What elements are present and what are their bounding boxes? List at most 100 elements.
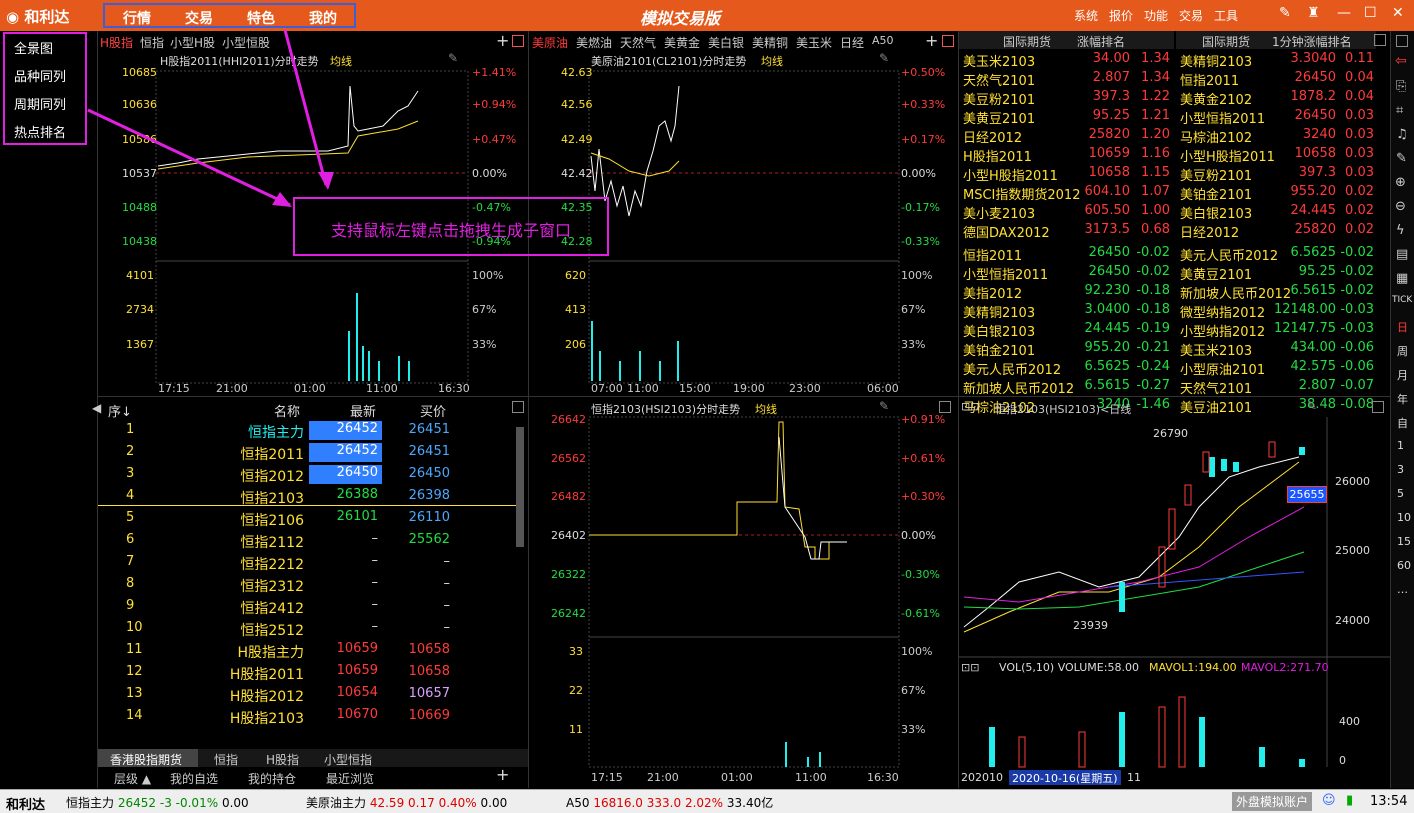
chart-hsi-2103[interactable]: 恒指2103(HSI2103)分时走势 均线 ✎ 26642 26562 264… [529, 397, 958, 788]
period-9[interactable]: 10 [1397, 511, 1411, 524]
rank-row[interactable]: 新加坡人民币2012 6.5615 -0.02 [1176, 282, 1376, 302]
rank-row[interactable]: 恒指2011 26450 0.04 [1176, 69, 1376, 89]
rank-row[interactable]: 小型H股指2011 10658 0.03 [1176, 145, 1376, 165]
edit-icon[interactable]: ✎ [1279, 5, 1291, 21]
tab-recent[interactable]: 最近浏览 [326, 770, 374, 787]
rank-row[interactable]: 天然气2101 2.807 -0.07 [1176, 377, 1376, 397]
rank-row[interactable]: 美白银2103 24.445 0.02 [1176, 202, 1376, 222]
tab-level[interactable]: 层级 ▲ [114, 770, 151, 787]
status-quote[interactable]: 恒指主力 26452 -3 -0.01% 0.00 [66, 794, 249, 811]
rank-row[interactable]: 马棕油2102 3240 0.03 [1176, 126, 1376, 146]
scrollbar[interactable] [516, 427, 524, 547]
chat-icon[interactable]: ☺ [1322, 793, 1336, 808]
period-6[interactable]: 1 [1397, 439, 1404, 452]
rank-row[interactable]: 新加坡人民币2012 6.5615 -0.27 [959, 377, 1174, 397]
tab-hsi[interactable]: 恒指 [214, 751, 238, 768]
period-12[interactable]: … [1397, 583, 1408, 596]
minimize-icon[interactable]: — [1337, 5, 1351, 21]
rank-row[interactable]: 美小麦2103 605.50 1.00 [959, 202, 1174, 222]
rank-row[interactable]: 美豆粉2101 397.3 0.03 [1176, 164, 1376, 184]
rank-row[interactable]: 美元人民币2012 6.5625 -0.02 [1176, 244, 1376, 264]
status-quote[interactable]: A50 16816.0 333.0 2.02% 33.40亿 [566, 794, 773, 811]
rank-row[interactable]: 美精铜2103 3.3040 0.11 [1176, 50, 1376, 70]
copy-icon[interactable]: ⎘ [1396, 79, 1406, 94]
rank-row[interactable]: 美黄豆2101 95.25 -0.02 [1176, 263, 1376, 283]
table-row[interactable]: 9 恒指2412 – – [98, 597, 518, 617]
rank-row[interactable]: H股指2011 10659 1.16 [959, 145, 1174, 165]
rank-row[interactable]: 小型恒指2011 26450 -0.02 [959, 263, 1174, 283]
table-row[interactable]: 14 H股指2103 10670 10669 [98, 707, 518, 727]
period-5[interactable]: 自 [1397, 415, 1408, 431]
close-icon[interactable]: ✕ [1392, 5, 1404, 21]
rank-row[interactable]: 美豆粉2101 397.3 1.22 [959, 88, 1174, 108]
doc-icon[interactable]: ▤ [1396, 247, 1408, 262]
table-row[interactable]: 12 H股指2011 10659 10658 [98, 663, 518, 683]
pen-icon[interactable]: ✎ [1396, 151, 1407, 166]
col-seq[interactable]: 序↓ [108, 401, 132, 420]
menu-quote[interactable]: 报价 [1109, 7, 1133, 24]
rank-row[interactable]: 日经2012 25820 1.20 [959, 126, 1174, 146]
menu-system[interactable]: 系统 [1074, 7, 1098, 24]
period-3[interactable]: 月 [1397, 367, 1408, 383]
table-row[interactable]: 1 恒指主力 26452 26451 [98, 421, 518, 441]
rank-row[interactable]: 天然气2101 2.807 1.34 [959, 69, 1174, 89]
rank-row[interactable]: 美玉米2103 434.00 -0.06 [1176, 339, 1376, 359]
back-icon[interactable]: ⇦ [1395, 53, 1407, 69]
rank-row[interactable]: 美黄金2102 1878.2 0.04 [1176, 88, 1376, 108]
table-row[interactable]: 13 H股指2012 10654 10657 [98, 685, 518, 705]
list-icon[interactable]: ▦ [1396, 271, 1408, 286]
square-icon[interactable] [1396, 35, 1408, 47]
table-row[interactable]: 4 恒指2103 26388 26398 [98, 487, 518, 507]
rank-row[interactable]: 日经2012 25820 0.02 [1176, 221, 1376, 241]
menu-trading[interactable]: 交易 [1179, 7, 1203, 24]
rank-row[interactable]: 美铂金2101 955.20 0.02 [1176, 183, 1376, 203]
rank-row[interactable]: 美铂金2101 955.20 -0.21 [959, 339, 1174, 359]
tab-hshare[interactable]: H股指 [266, 751, 299, 768]
kline-chart[interactable]: ⊡⊡ 恒指2103(HSI2103)<日线 ✎ 26790 23939 2565… [959, 397, 1390, 788]
rank-row[interactable]: 微型纳指2012 12148.00 -0.03 [1176, 301, 1376, 321]
period-10[interactable]: 15 [1397, 535, 1411, 548]
period-7[interactable]: 3 [1397, 463, 1404, 476]
col-name[interactable]: 名称 [274, 401, 300, 420]
period-8[interactable]: 5 [1397, 487, 1404, 500]
rank-row[interactable]: 美玉米2103 34.00 1.34 [959, 50, 1174, 70]
rank-row[interactable]: 小型H股指2011 10658 1.15 [959, 164, 1174, 184]
table-row[interactable]: 2 恒指2011 26452 26451 [98, 443, 518, 463]
table-row[interactable]: 6 恒指2112 – 25562 [98, 531, 518, 551]
tab-hk-index[interactable]: 香港股指期货 [110, 751, 182, 768]
col-last[interactable]: 最新 [350, 401, 376, 420]
rank-row[interactable]: MSCI指数期货2012 604.10 1.07 [959, 183, 1174, 203]
rank-row[interactable]: 美元人民币2012 6.5625 -0.24 [959, 358, 1174, 378]
bell-icon[interactable]: ♫ [1396, 127, 1408, 142]
zoom-out-icon[interactable]: ⊖ [1395, 199, 1406, 214]
rank-row[interactable]: 德国DAX2012 3173.5 0.68 [959, 221, 1174, 241]
rank-row[interactable]: 小型原油2101 42.575 -0.06 [1176, 358, 1376, 378]
rank-row[interactable]: 美黄豆2101 95.25 1.21 [959, 107, 1174, 127]
zoom-in-icon[interactable]: ⊕ [1395, 175, 1406, 190]
status-quote[interactable]: 美原油主力 42.59 0.17 0.40% 0.00 [306, 794, 507, 811]
table-window-icon[interactable] [512, 401, 524, 413]
period-2[interactable]: 周 [1397, 343, 1408, 359]
rank-row[interactable]: 美白银2103 24.445 -0.19 [959, 320, 1174, 340]
rank-row[interactable]: 恒指2011 26450 -0.02 [959, 244, 1174, 264]
scroll-left-icon[interactable]: ◀ [92, 401, 101, 415]
rank-window-icon[interactable] [1374, 34, 1386, 46]
tab-mini-hsi[interactable]: 小型恒指 [324, 751, 372, 768]
menu-function[interactable]: 功能 [1144, 7, 1168, 24]
tab-watchlist[interactable]: 我的自选 [170, 770, 218, 787]
rank-row[interactable]: 美精铜2103 3.0400 -0.18 [959, 301, 1174, 321]
table-row[interactable]: 10 恒指2512 – – [98, 619, 518, 639]
rank-row[interactable]: 小型纳指2012 12147.75 -0.03 [1176, 320, 1376, 340]
table-row[interactable]: 5 恒指2106 26101 26110 [98, 509, 518, 529]
account-badge[interactable]: 外盘模拟账户 [1232, 792, 1313, 811]
menu-tools[interactable]: 工具 [1214, 7, 1238, 24]
table-row[interactable]: 8 恒指2312 – – [98, 575, 518, 595]
rank-row[interactable]: 小型恒指2011 26450 0.03 [1176, 107, 1376, 127]
rank-row[interactable]: 美指2012 92.230 -0.18 [959, 282, 1174, 302]
period-1[interactable]: 日 [1397, 319, 1408, 335]
lightning-icon[interactable]: ϟ [1396, 223, 1405, 238]
tab-positions[interactable]: 我的持仓 [248, 770, 296, 787]
period-11[interactable]: 60 [1397, 559, 1411, 572]
period-4[interactable]: 年 [1397, 391, 1408, 407]
col-bid[interactable]: 买价 [420, 401, 446, 420]
